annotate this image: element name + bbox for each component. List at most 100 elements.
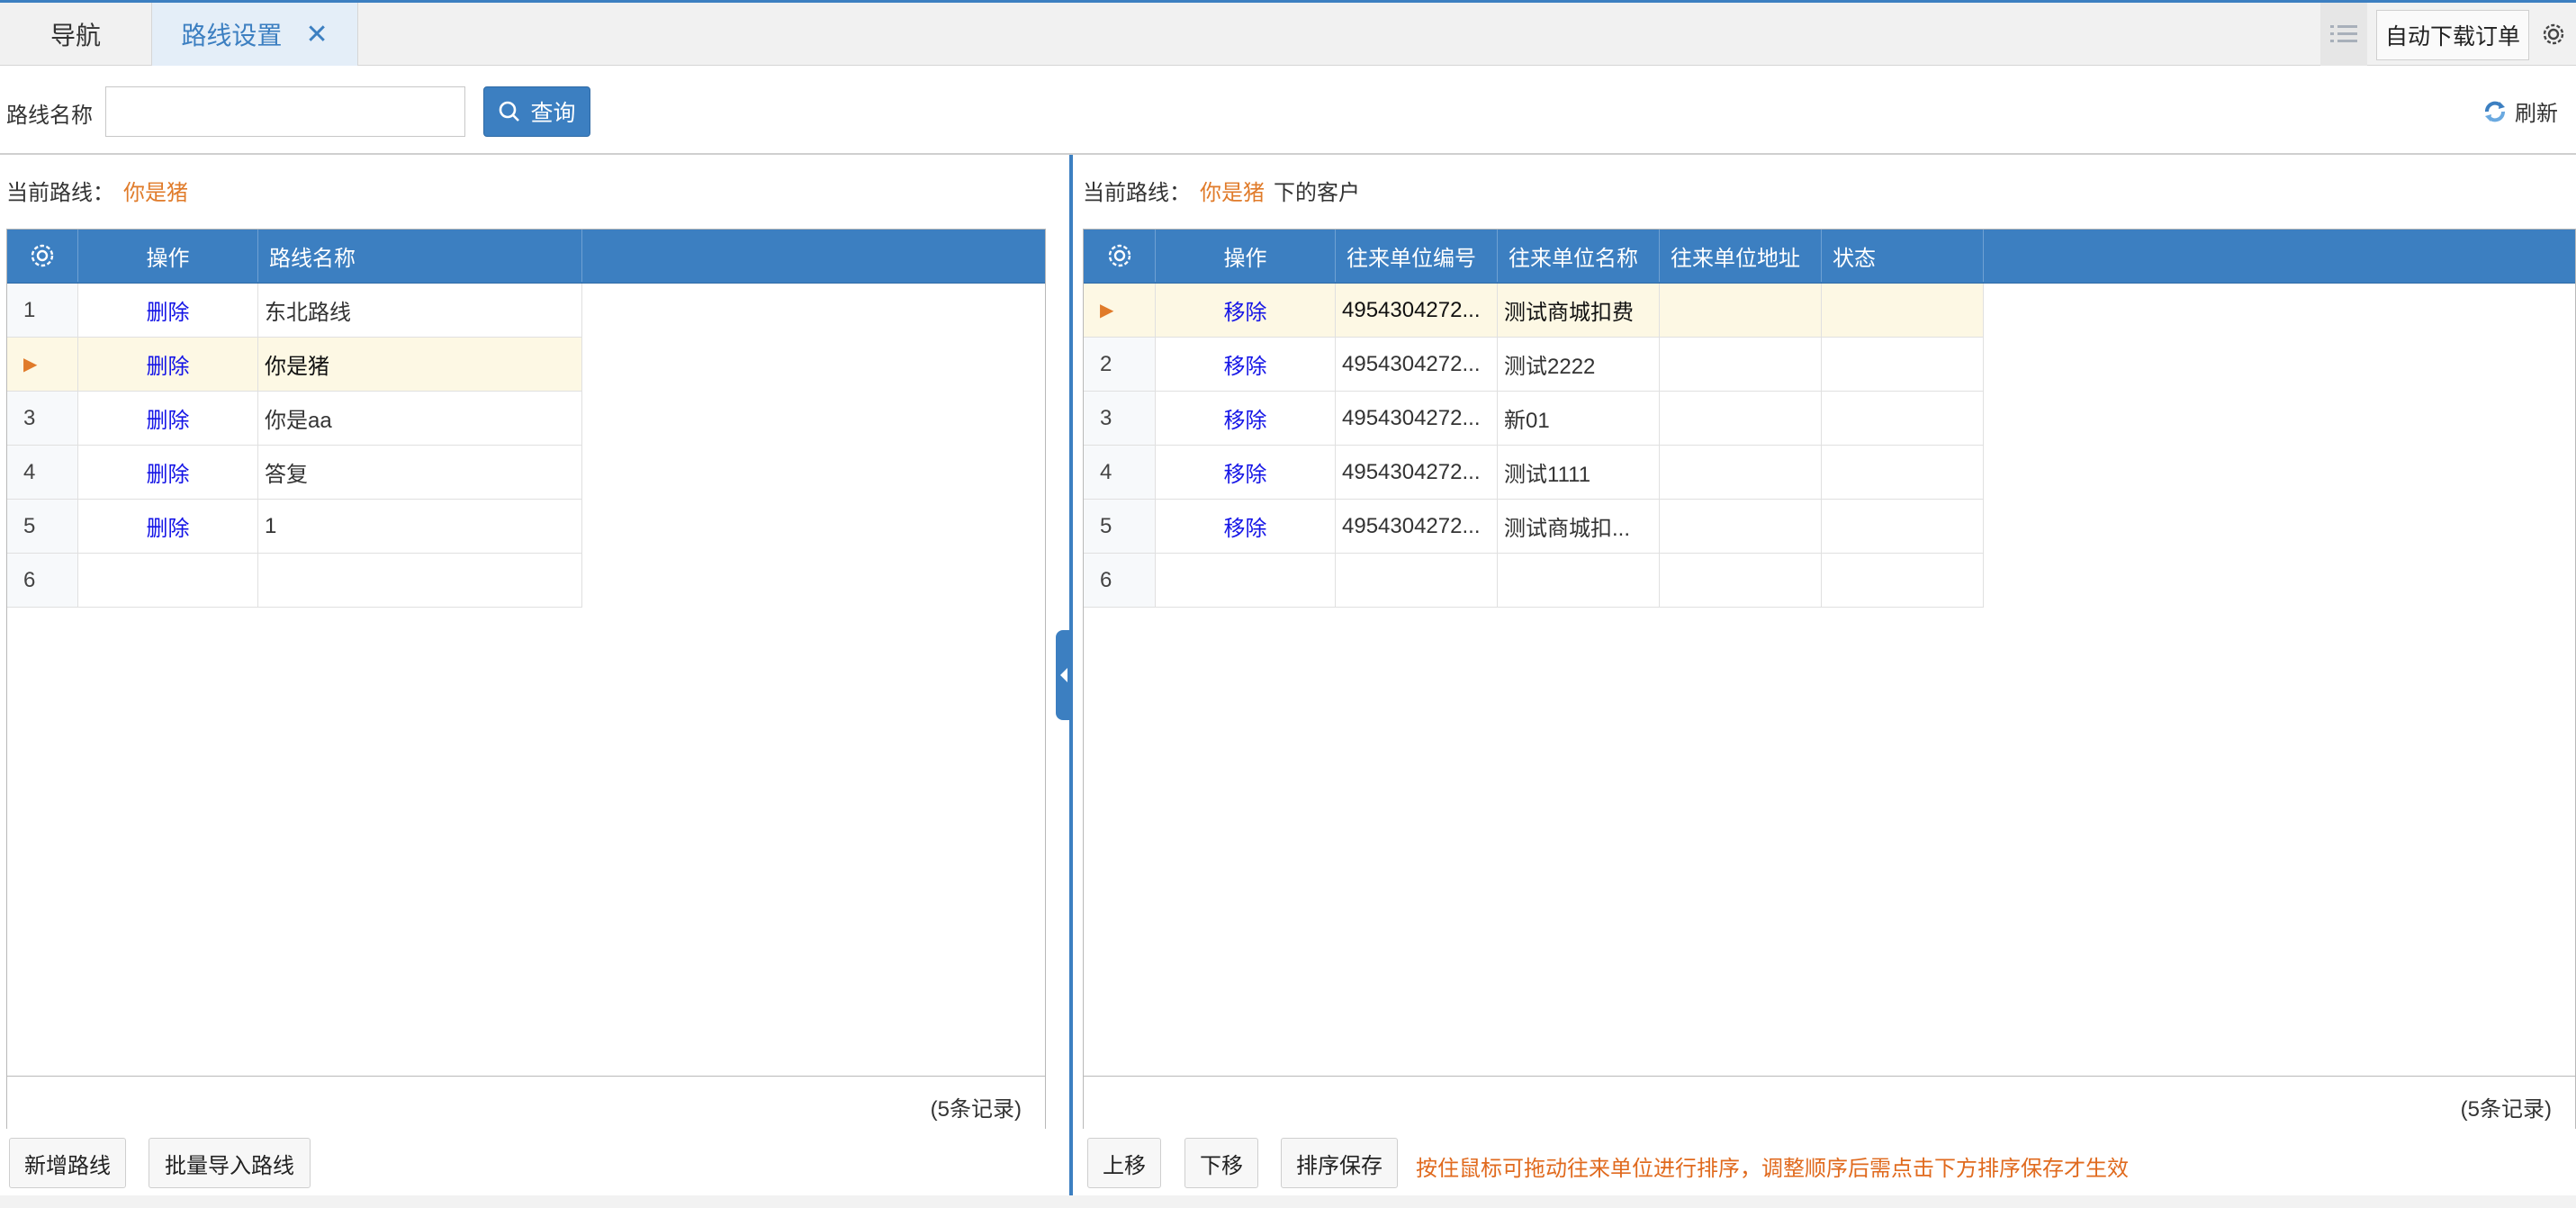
route-name-input[interactable]	[105, 86, 465, 137]
row-number: 6	[1084, 554, 1156, 608]
unit-code-cell: 4954304272...	[1336, 338, 1498, 392]
customer-grid-header: 操作 往来单位编号 往来单位名称 往来单位地址 状态	[1084, 230, 2575, 284]
drag-sort-hint: 按住鼠标可拖动往来单位进行排序，调整顺序后需点击下方排序保存才生效	[1416, 1157, 2129, 1181]
delete-link[interactable]: 删除	[78, 338, 258, 392]
column-header-unit-name[interactable]: 往来单位名称	[1498, 230, 1660, 282]
unit-code-cell[interactable]	[1336, 554, 1498, 608]
status-cell	[1822, 338, 1984, 392]
search-icon	[500, 101, 520, 122]
remove-link[interactable]: 移除	[1156, 446, 1336, 500]
move-up-button[interactable]: 上移	[1087, 1138, 1161, 1188]
refresh-label: 刷新	[2515, 102, 2558, 126]
unit-name-cell: 测试商城扣费	[1498, 284, 1660, 338]
route-name-label: 路线名称	[6, 104, 93, 128]
unit-address-cell	[1660, 500, 1822, 554]
tab-navigation[interactable]: 导航	[0, 3, 151, 66]
tab-bar: 导航 路线设置 ✕ 自动下载订单	[0, 0, 2576, 66]
collapse-handle-icon[interactable]	[1056, 630, 1071, 720]
route-grid-header: 操作 路线名称	[7, 230, 1045, 284]
unit-code-cell: 4954304272...	[1336, 392, 1498, 446]
column-header-unit-address[interactable]: 往来单位地址	[1660, 230, 1822, 282]
customer-grid: 操作 往来单位编号 往来单位名称 往来单位地址 状态 ▶ 移除 49543042…	[1083, 229, 2576, 1130]
remove-link[interactable]: 移除	[1156, 392, 1336, 446]
auto-download-orders-button[interactable]: 自动下载订单	[2376, 10, 2529, 60]
remove-link[interactable]: 移除	[1156, 338, 1336, 392]
row-number: 3	[7, 392, 78, 446]
query-button-label: 查询	[530, 101, 576, 126]
selected-row-arrow-icon: ▶	[7, 338, 78, 392]
unit-address-cell[interactable]	[1660, 554, 1822, 608]
row-number: 5	[1084, 500, 1156, 554]
column-header-operation[interactable]: 操作	[1156, 230, 1336, 282]
remove-link[interactable]: 移除	[1156, 500, 1336, 554]
unit-name-cell: 新01	[1498, 392, 1660, 446]
empty-cell	[1156, 554, 1336, 608]
query-button[interactable]: 查询	[483, 86, 590, 137]
current-route-name: 你是猪	[1200, 181, 1265, 205]
route-name-cell[interactable]	[258, 554, 582, 608]
column-settings-icon[interactable]	[7, 230, 78, 282]
unit-address-cell	[1660, 446, 1822, 500]
save-order-button[interactable]: 排序保存	[1281, 1138, 1398, 1188]
route-name-cell: 你是aa	[258, 392, 582, 446]
record-count: (5条记录)	[930, 1097, 1022, 1122]
current-route-prefix: 当前路线：	[6, 181, 114, 205]
delete-link[interactable]: 删除	[78, 446, 258, 500]
tab-route-settings[interactable]: 路线设置 ✕	[151, 3, 358, 66]
record-count: (5条记录)	[2460, 1097, 2552, 1122]
current-route-prefix: 当前路线：	[1083, 181, 1191, 205]
column-header-route-name[interactable]: 路线名称	[258, 230, 582, 282]
current-route-name: 你是猪	[123, 181, 188, 205]
column-header-operation[interactable]: 操作	[78, 230, 258, 282]
status-cell	[1822, 284, 1984, 338]
unit-code-cell: 4954304272...	[1336, 284, 1498, 338]
delete-link[interactable]: 删除	[78, 500, 258, 554]
list-icon[interactable]	[2320, 3, 2367, 66]
route-name-cell: 答复	[258, 446, 582, 500]
status-cell	[1822, 500, 1984, 554]
delete-link[interactable]: 删除	[78, 284, 258, 338]
route-name-cell: 1	[258, 500, 582, 554]
status-cell[interactable]	[1822, 554, 1984, 608]
row-number: 1	[7, 284, 78, 338]
route-name-cell: 你是猪	[258, 338, 582, 392]
column-header-unit-code[interactable]: 往来单位编号	[1336, 230, 1498, 282]
row-number: 4	[1084, 446, 1156, 500]
unit-address-cell	[1660, 392, 1822, 446]
row-number: 5	[7, 500, 78, 554]
settings-gear-icon[interactable]	[2531, 3, 2576, 66]
unit-name-cell: 测试2222	[1498, 338, 1660, 392]
unit-code-cell: 4954304272...	[1336, 446, 1498, 500]
row-number: 3	[1084, 392, 1156, 446]
move-down-button[interactable]: 下移	[1184, 1138, 1258, 1188]
bottom-edge	[0, 1195, 2576, 1208]
selected-row-arrow-icon: ▶	[1084, 284, 1156, 338]
remove-link[interactable]: 移除	[1156, 284, 1336, 338]
close-icon[interactable]: ✕	[305, 19, 328, 50]
route-name-cell: 东北路线	[258, 284, 582, 338]
unit-address-cell	[1660, 284, 1822, 338]
refresh-icon	[2485, 101, 2505, 122]
status-cell	[1822, 446, 1984, 500]
route-grid-footer: (5条记录)	[7, 1076, 1045, 1130]
left-current-route: 当前路线： 你是猪	[6, 175, 188, 206]
batch-import-routes-button[interactable]: 批量导入路线	[149, 1138, 311, 1188]
row-number: 6	[7, 554, 78, 608]
customer-grid-footer: (5条记录)	[1084, 1076, 2575, 1130]
delete-link[interactable]: 删除	[78, 392, 258, 446]
unit-name-cell[interactable]	[1498, 554, 1660, 608]
column-settings-icon[interactable]	[1084, 230, 1156, 282]
tab-route-settings-label: 路线设置	[181, 22, 283, 50]
row-number: 2	[1084, 338, 1156, 392]
right-current-route: 当前路线： 你是猪 下的客户	[1083, 175, 1360, 206]
route-grid: 操作 路线名称 1 删除 东北路线 ▶ 删除 你是猪 3 删除 你是aa 4 删…	[6, 229, 1046, 1130]
unit-address-cell	[1660, 338, 1822, 392]
status-cell	[1822, 392, 1984, 446]
unit-code-cell: 4954304272...	[1336, 500, 1498, 554]
column-header-status[interactable]: 状态	[1822, 230, 1984, 282]
search-bar: 路线名称 查询 刷新	[0, 67, 2576, 155]
refresh-button[interactable]: 刷新	[2482, 95, 2558, 127]
unit-name-cell: 测试商城扣...	[1498, 500, 1660, 554]
add-route-button[interactable]: 新增路线	[9, 1138, 126, 1188]
unit-name-cell: 测试1111	[1498, 446, 1660, 500]
